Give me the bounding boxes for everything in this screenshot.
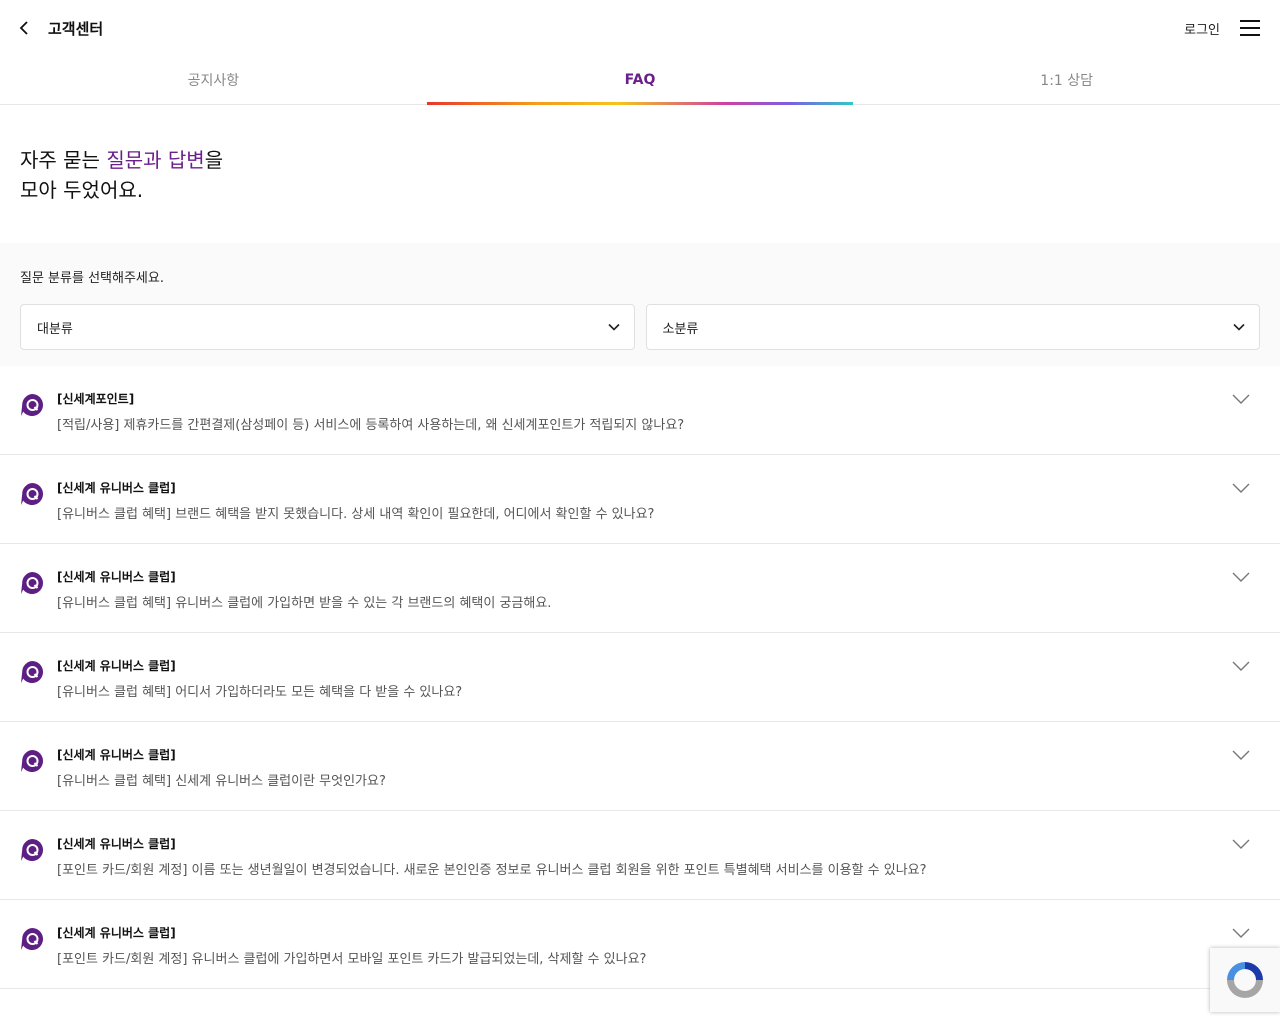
faq-question: [적립/사용] 제휴카드를 간편결제(삼성페이 등) 서비스에 등록하여 사용하… <box>57 418 685 433</box>
faq-question: [유니버스 클럽 혜택] 어디서 가입하더라도 모든 혜택을 다 받을 수 있나… <box>57 685 463 700</box>
q-badge-icon <box>21 839 43 861</box>
faq-text: [신세계 유니버스 클럽] [유니버스 클럽 혜택] 유니버스 클럽에 가입하면… <box>57 569 1260 613</box>
header-left: 고객센터 <box>18 18 103 39</box>
filter-selects: 대분류 소분류 <box>20 304 1260 350</box>
faq-list: [신세계포인트] [적립/사용] 제휴카드를 간편결제(삼성페이 등) 서비스에… <box>0 366 1280 989</box>
intro-heading: 자주 묻는 질문과 답변을 모아 두었어요. <box>0 105 1280 243</box>
hamburger-menu-icon[interactable] <box>1240 19 1260 37</box>
recaptcha-icon <box>1227 962 1263 998</box>
faq-question: [포인트 카드/회원 계정] 이름 또는 생년월일이 변경되었습니다. 새로운 … <box>57 863 927 878</box>
faq-category: [신세계 유니버스 클럽] <box>57 570 176 584</box>
category-filter: 질문 분류를 선택해주세요. 대분류 소분류 <box>0 243 1280 366</box>
faq-item[interactable]: [신세계 유니버스 클럽] [포인트 카드/회원 계정] 유니버스 클럽에 가입… <box>0 900 1280 989</box>
faq-category: [신세계 유니버스 클럽] <box>57 748 176 762</box>
login-link[interactable]: 로그인 <box>1184 19 1220 38</box>
minor-category-value: 소분류 <box>662 321 699 337</box>
intro-text-post: 을 <box>204 148 224 172</box>
intro-text-pre: 자주 묻는 <box>20 148 107 172</box>
chevron-down-icon[interactable] <box>1232 750 1250 760</box>
top-header: 고객센터 로그인 <box>0 0 1280 56</box>
q-badge-icon <box>21 928 43 950</box>
faq-item[interactable]: [신세계 유니버스 클럽] [유니버스 클럽 혜택] 신세계 유니버스 클럽이란… <box>0 722 1280 811</box>
faq-item[interactable]: [신세계 유니버스 클럽] [유니버스 클럽 혜택] 어디서 가입하더라도 모든… <box>0 633 1280 722</box>
faq-text: [신세계포인트] [적립/사용] 제휴카드를 간편결제(삼성페이 등) 서비스에… <box>57 391 1260 435</box>
intro-line-1: 자주 묻는 질문과 답변을 <box>20 145 1260 175</box>
intro-line-2: 모아 두었어요. <box>20 178 144 202</box>
tab-faq[interactable]: FAQ <box>426 56 854 105</box>
q-badge-icon <box>21 394 43 416</box>
q-badge-icon <box>21 483 43 505</box>
faq-question: [유니버스 클럽 혜택] 브랜드 혜택을 받지 못했습니다. 상세 내역 확인이… <box>57 507 655 522</box>
header-right: 로그인 <box>1184 19 1260 38</box>
chevron-down-icon[interactable] <box>1232 839 1250 849</box>
q-badge-icon <box>21 661 43 683</box>
tab-bar: 공지사항 FAQ 1:1 상담 <box>0 56 1280 105</box>
minor-category-select[interactable]: 소분류 <box>645 304 1260 350</box>
chevron-down-icon[interactable] <box>1232 394 1250 404</box>
recaptcha-badge[interactable] <box>1210 948 1280 1012</box>
q-badge-icon <box>21 750 43 772</box>
tab-notice[interactable]: 공지사항 <box>0 56 427 104</box>
faq-item[interactable]: [신세계 유니버스 클럽] [유니버스 클럽 혜택] 유니버스 클럽에 가입하면… <box>0 544 1280 633</box>
faq-question: [유니버스 클럽 혜택] 유니버스 클럽에 가입하면 받을 수 있는 각 브랜드… <box>57 596 552 611</box>
faq-category: [신세계포인트] <box>57 392 135 406</box>
faq-item[interactable]: [신세계 유니버스 클럽] [포인트 카드/회원 계정] 이름 또는 생년월일이… <box>0 811 1280 900</box>
faq-text: [신세계 유니버스 클럽] [포인트 카드/회원 계정] 유니버스 클럽에 가입… <box>57 925 1260 969</box>
faq-item[interactable]: [신세계포인트] [적립/사용] 제휴카드를 간편결제(삼성페이 등) 서비스에… <box>0 366 1280 455</box>
back-button[interactable] <box>18 21 30 35</box>
faq-category: [신세계 유니버스 클럽] <box>57 837 176 851</box>
major-category-value: 대분류 <box>37 321 73 337</box>
chevron-down-icon[interactable] <box>1232 661 1250 671</box>
faq-text: [신세계 유니버스 클럽] [유니버스 클럽 혜택] 어디서 가입하더라도 모든… <box>57 658 1260 702</box>
faq-text: [신세계 유니버스 클럽] [포인트 카드/회원 계정] 이름 또는 생년월일이… <box>57 836 1260 880</box>
chevron-down-icon <box>607 323 620 331</box>
intro-accent: 질문과 답변 <box>106 148 205 172</box>
page-title: 고객센터 <box>48 19 104 38</box>
faq-question: [유니버스 클럽 혜택] 신세계 유니버스 클럽이란 무엇인가요? <box>57 774 386 789</box>
faq-question: [포인트 카드/회원 계정] 유니버스 클럽에 가입하면서 모바일 포인트 카드… <box>57 952 647 967</box>
major-category-select[interactable]: 대분류 <box>20 304 635 350</box>
faq-text: [신세계 유니버스 클럽] [유니버스 클럽 혜택] 브랜드 혜택을 받지 못했… <box>57 480 1260 524</box>
faq-item[interactable]: [신세계 유니버스 클럽] [유니버스 클럽 혜택] 브랜드 혜택을 받지 못했… <box>0 455 1280 544</box>
faq-category: [신세계 유니버스 클럽] <box>57 481 176 495</box>
chevron-down-icon[interactable] <box>1232 928 1250 938</box>
tab-consult[interactable]: 1:1 상담 <box>853 56 1280 104</box>
chevron-down-icon[interactable] <box>1232 572 1250 582</box>
faq-text: [신세계 유니버스 클럽] [유니버스 클럽 혜택] 신세계 유니버스 클럽이란… <box>57 747 1260 791</box>
q-badge-icon <box>21 572 43 594</box>
filter-label: 질문 분류를 선택해주세요. <box>20 271 164 286</box>
faq-category: [신세계 유니버스 클럽] <box>57 659 176 673</box>
chevron-down-icon[interactable] <box>1232 483 1250 493</box>
faq-category: [신세계 유니버스 클럽] <box>57 926 176 940</box>
chevron-down-icon <box>1233 323 1245 331</box>
chevron-left-icon <box>19 21 28 35</box>
